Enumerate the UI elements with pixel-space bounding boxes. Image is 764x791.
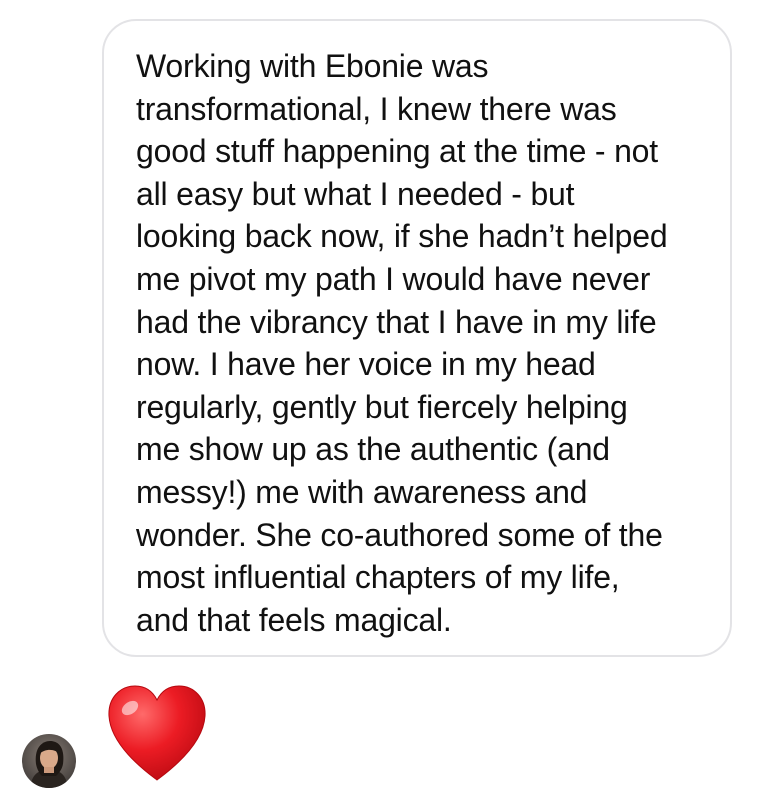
message-line: most influential chapters of my life, xyxy=(136,559,620,596)
message-line: messy!) me with awareness and xyxy=(136,473,588,510)
message-line: looking back now, if she hadn’t helped xyxy=(136,218,668,255)
message-line: me show up as the authentic (and xyxy=(136,431,610,468)
message-line: and that feels magical. xyxy=(136,601,452,638)
message-text: Working with Ebonie was transformational… xyxy=(136,45,710,641)
message-line: Working with Ebonie was xyxy=(136,48,489,84)
message-bubble[interactable]: Working with Ebonie was transformational… xyxy=(102,19,732,657)
message-line: now. I have her voice in my head xyxy=(136,346,596,383)
message-line: all easy but what I needed - but xyxy=(136,175,575,212)
message-line: good stuff happening at the time - not xyxy=(136,133,658,170)
message-line: wonder. She co-authored some of the xyxy=(136,516,663,553)
profile-photo-icon xyxy=(22,734,76,788)
message-line: regularly, gently but fiercely helping xyxy=(136,388,628,425)
red-heart-icon xyxy=(108,685,206,781)
message-line: me pivot my path I would have never xyxy=(136,260,651,297)
sender-avatar[interactable] xyxy=(22,734,76,788)
message-line: transformational, I knew there was xyxy=(136,90,617,127)
message-line: had the vibrancy that I have in my life xyxy=(136,303,657,340)
heart-reaction[interactable] xyxy=(105,682,209,786)
